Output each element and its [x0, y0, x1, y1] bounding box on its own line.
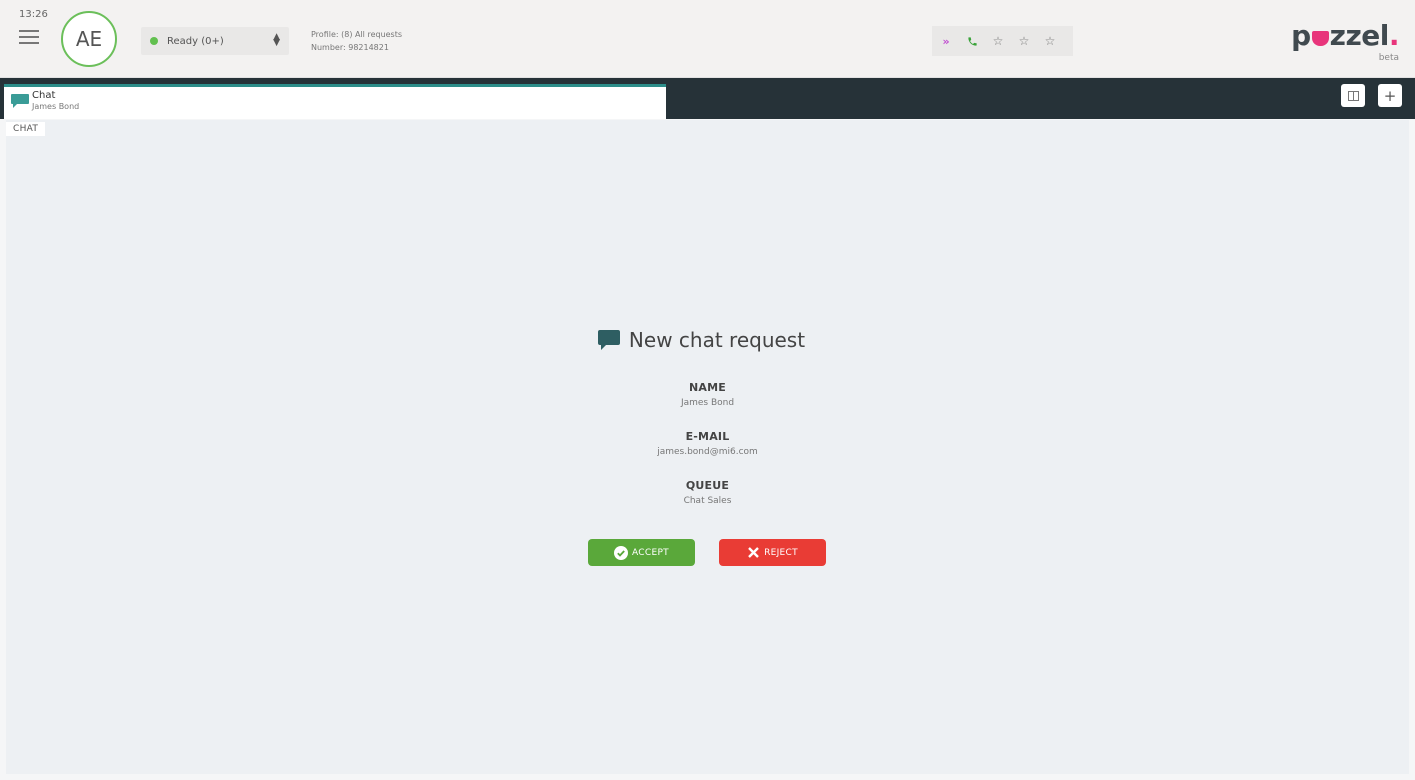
tab-title: Chat — [32, 90, 56, 101]
accept-button[interactable]: ACCEPT — [588, 539, 695, 566]
status-select[interactable]: Ready (0+) ▲ ▼ — [141, 27, 289, 55]
tab-bar: Chat James Bond + — [0, 78, 1415, 119]
reject-label: REJECT — [764, 547, 798, 558]
star-icon[interactable]: ☆ — [1012, 29, 1036, 53]
status-indicator-icon — [150, 37, 158, 45]
field-value: Chat Sales — [683, 496, 732, 506]
number-text: Number: 98214821 — [311, 43, 389, 52]
avatar[interactable]: AE — [61, 11, 117, 67]
accept-label: ACCEPT — [632, 547, 669, 558]
chat-bubble-icon — [597, 330, 620, 350]
puzzel-logo: p zzel. beta — [1291, 19, 1399, 64]
field-value: James Bond — [680, 398, 735, 408]
hamburger-menu-icon[interactable] — [19, 30, 39, 46]
star-icon[interactable]: ☆ — [986, 29, 1010, 53]
quick-toolbar: » ☆ ☆ ☆ — [932, 26, 1073, 56]
forward-icon[interactable]: » — [934, 29, 958, 53]
field-label: E-MAIL — [685, 430, 730, 443]
star-icon[interactable]: ☆ — [1038, 29, 1062, 53]
field-label: NAME — [689, 381, 726, 394]
field-value: james.bond@mi6.com — [657, 447, 758, 457]
tab-subtitle: James Bond — [32, 102, 80, 111]
panel-label: CHAT — [6, 122, 46, 136]
name-field: NAME James Bond — [0, 381, 1415, 408]
email-field: E-MAIL james.bond@mi6.com — [0, 430, 1415, 457]
plus-icon[interactable]: + — [1378, 84, 1402, 107]
status-label: Ready (0+) — [167, 35, 224, 47]
close-icon — [748, 547, 759, 558]
columns-icon[interactable] — [1341, 84, 1365, 107]
beta-label: beta — [1378, 53, 1399, 63]
reject-button[interactable]: REJECT — [719, 539, 826, 566]
top-bar: 13:26 AE Ready (0+) ▲ ▼ Profile: (8) All … — [0, 0, 1415, 78]
phone-icon[interactable] — [960, 29, 984, 53]
check-circle-icon — [614, 545, 628, 560]
tab-chat[interactable]: Chat James Bond — [4, 84, 666, 119]
field-label: QUEUE — [685, 479, 730, 492]
request-title-text: New chat request — [628, 328, 806, 352]
select-arrows-icon: ▲ ▼ — [273, 32, 280, 48]
profile-text: Profile: (8) All requests — [311, 30, 403, 39]
profile-info: Profile: (8) All requests Number: 982148… — [311, 28, 402, 54]
queue-field: QUEUE Chat Sales — [0, 479, 1415, 506]
request-title: New chat request — [0, 328, 1415, 352]
chat-bubble-icon — [11, 94, 29, 108]
clock: 13:26 — [19, 9, 48, 20]
